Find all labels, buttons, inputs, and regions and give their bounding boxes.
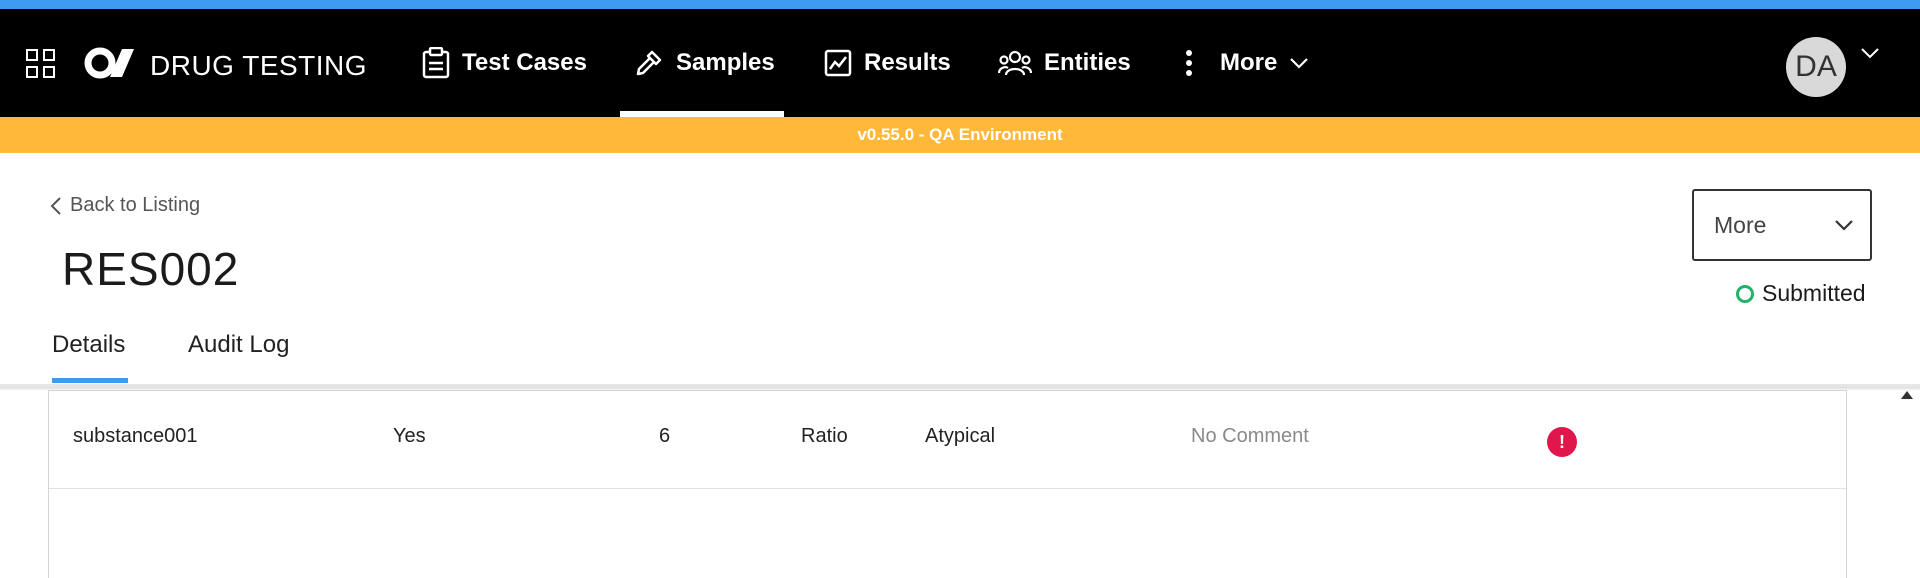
chart-line-icon xyxy=(824,49,852,77)
nav-item-test-cases[interactable]: Test Cases xyxy=(422,9,587,117)
page-title: RES002 xyxy=(62,243,240,295)
chevron-left-icon xyxy=(50,196,61,215)
pipette-icon xyxy=(636,50,662,76)
more-actions-dropdown[interactable]: More xyxy=(1692,189,1872,261)
chevron-down-icon xyxy=(1290,58,1309,69)
tab-details[interactable]: Details xyxy=(52,331,125,359)
nav-item-label: Results xyxy=(864,49,951,76)
back-to-listing-link[interactable]: Back to Listing xyxy=(50,194,200,217)
brand-logo-icon[interactable] xyxy=(84,45,138,81)
top-navbar: DRUG TESTING Test Cases Samples Results xyxy=(0,9,1920,117)
cell-value: 6 xyxy=(659,425,671,447)
environment-banner: v0.55.0 - QA Environment xyxy=(0,117,1920,153)
scroll-up-arrow-icon[interactable] xyxy=(1900,390,1914,400)
results-table: substance001 Yes 6 Ratio Atypical No Com… xyxy=(48,390,1847,578)
table-row[interactable]: substance001 Yes 6 Ratio Atypical No Com… xyxy=(49,391,1846,489)
nav-item-label: Samples xyxy=(676,49,775,76)
cell-comment: No Comment xyxy=(1191,425,1309,447)
app-grid-icon[interactable] xyxy=(26,49,56,79)
nav-item-label: More xyxy=(1220,49,1278,76)
nav-item-samples[interactable]: Samples xyxy=(634,9,775,117)
cell-type: Ratio xyxy=(801,425,848,447)
nav-item-results[interactable]: Results xyxy=(824,9,951,117)
avatar-initials: DA xyxy=(1795,50,1837,83)
nav-item-label: Test Cases xyxy=(462,49,587,76)
kebab-icon xyxy=(1186,50,1192,76)
nav-item-entities[interactable]: Entities xyxy=(998,9,1131,117)
environment-label: v0.55.0 - QA Environment xyxy=(857,125,1063,144)
app-brand-name[interactable]: DRUG TESTING xyxy=(150,49,367,83)
tab-audit-log[interactable]: Audit Log xyxy=(188,331,289,359)
chevron-down-icon[interactable] xyxy=(1860,47,1880,59)
users-icon xyxy=(998,50,1032,76)
more-dropdown-label: More xyxy=(1714,211,1767,238)
status-label: Submitted xyxy=(1762,280,1866,306)
chevron-down-icon xyxy=(1835,220,1853,231)
back-label: Back to Listing xyxy=(70,194,201,216)
top-accent-stripe xyxy=(0,0,1920,9)
nav-item-label: Entities xyxy=(1044,49,1131,76)
cell-result: Atypical xyxy=(925,425,996,447)
tab-active-indicator xyxy=(52,378,128,383)
status-badge: Submitted xyxy=(1736,280,1866,307)
nav-item-more[interactable]: More xyxy=(1184,9,1309,117)
clipboard-icon xyxy=(422,47,450,79)
cell-flag: Yes xyxy=(393,425,426,447)
avatar[interactable]: DA xyxy=(1786,37,1846,97)
status-dot-icon xyxy=(1736,284,1754,303)
alert-icon[interactable]: ! xyxy=(1547,427,1577,457)
alert-icon-glyph: ! xyxy=(1559,431,1565,452)
cell-substance: substance001 xyxy=(73,425,198,447)
